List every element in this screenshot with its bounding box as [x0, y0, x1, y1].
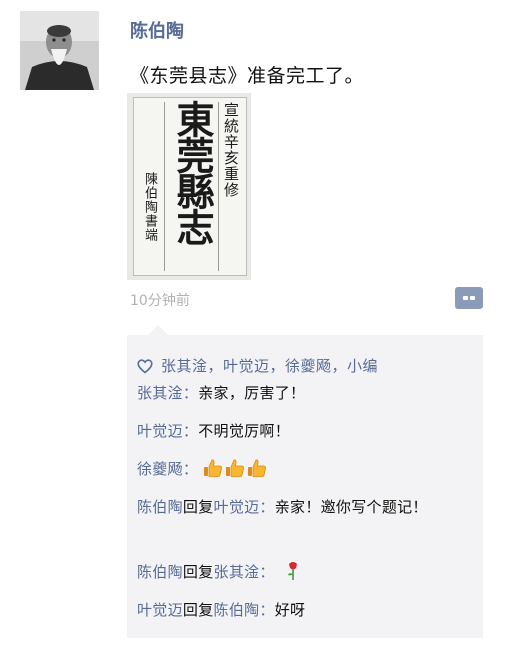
avatar[interactable] — [20, 11, 99, 90]
dot-icon — [470, 296, 475, 300]
book-cover: 東莞縣志 宣統辛亥重修 陳伯陶書端 — [133, 97, 247, 276]
more-actions-button[interactable] — [455, 287, 483, 309]
commenter-name[interactable]: 叶觉迈 — [137, 601, 183, 619]
reply-target-name[interactable]: 张其淦 — [214, 563, 260, 581]
comment-row[interactable]: 叶觉迈回复陈伯陶：好呀 — [137, 597, 477, 624]
comment-row[interactable]: 陈伯陶回复叶觉迈：亲家！邀你写个题记！ — [137, 494, 477, 521]
reply-word: 回复 — [182, 601, 214, 619]
commenter-name[interactable]: 叶觉迈 — [137, 422, 183, 440]
comment-row[interactable]: 叶觉迈：不明觉厉啊！ — [137, 418, 477, 445]
post-photo[interactable]: 東莞縣志 宣統辛亥重修 陳伯陶書端 — [127, 93, 251, 280]
commenter-name[interactable]: 徐夔飏 — [137, 460, 183, 478]
name-separator: ： — [182, 422, 199, 440]
thumbs-up-icon — [248, 459, 267, 477]
reply-word: 回复 — [182, 563, 214, 581]
cover-title: 東莞縣志 — [170, 100, 215, 244]
likes-row: 张其淦，叶觉迈，徐夔飏，小编 — [137, 355, 473, 376]
comments-arrow — [148, 325, 168, 335]
cover-signature: 陳伯陶書端 — [142, 172, 157, 242]
dot-icon — [463, 296, 468, 300]
thumbs-up-icon — [204, 459, 223, 477]
post-text: 《东莞县志》准备完工了。 — [130, 65, 365, 87]
comment-row[interactable]: 徐夔飏： — [137, 456, 477, 483]
author-name[interactable]: 陈伯陶 — [130, 17, 184, 43]
reply-word: 回复 — [182, 498, 214, 516]
comments-panel: 张其淦，叶觉迈，徐夔飏，小编 张其淦：亲家，厉害了！ 叶觉迈：不明觉厉啊！ 徐夔… — [127, 335, 483, 638]
cover-side-text: 宣統辛亥重修 — [222, 102, 240, 198]
thumbs-up-icon — [226, 459, 245, 477]
comment-text: 亲家，厉害了！ — [198, 384, 306, 402]
comment-row[interactable]: 张其淦：亲家，厉害了！ — [137, 380, 477, 407]
post-time: 10分钟前 — [130, 293, 190, 309]
commenter-name[interactable]: 陈伯陶 — [137, 498, 183, 516]
commenter-name[interactable]: 陈伯陶 — [137, 563, 183, 581]
liked-by-names[interactable]: 张其淦，叶觉迈，徐夔飏，小编 — [161, 357, 378, 375]
commenter-name[interactable]: 张其淦 — [137, 384, 183, 402]
comment-text: 亲家！邀你写个题记！ — [274, 498, 428, 516]
reply-target-name[interactable]: 陈伯陶 — [214, 601, 260, 619]
name-separator: ： — [259, 498, 275, 516]
cover-rule — [218, 102, 219, 271]
name-separator: ： — [259, 563, 275, 581]
name-separator: ： — [259, 601, 275, 619]
name-separator: ： — [182, 460, 199, 478]
reply-target-name[interactable]: 叶觉迈 — [214, 498, 260, 516]
comment-text: 不明觉厉啊！ — [198, 422, 291, 440]
comment-text: 好呀 — [274, 601, 306, 619]
cover-rule — [164, 102, 165, 271]
rose-icon — [287, 562, 297, 580]
name-separator: ： — [182, 384, 199, 402]
heart-icon — [137, 359, 153, 374]
comment-row[interactable]: 陈伯陶回复张其淦： — [137, 559, 477, 586]
